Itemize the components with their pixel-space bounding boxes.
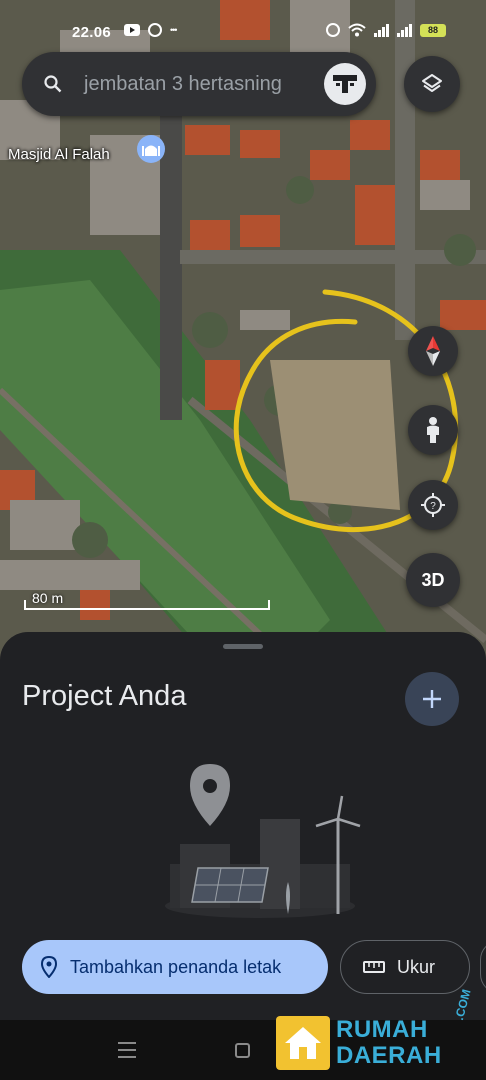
account-avatar[interactable] bbox=[324, 63, 366, 105]
satellite-map[interactable]: 22.06 ••• 88 jembatan 3 hertasning Masji… bbox=[0, 0, 486, 700]
status-time: 22.06 bbox=[72, 24, 112, 41]
more-chip[interactable] bbox=[480, 940, 486, 994]
map-pin-icon bbox=[190, 764, 230, 826]
my-location-button[interactable]: ? bbox=[408, 480, 458, 530]
add-placemark-label: Tambahkan penanda letak bbox=[70, 956, 282, 977]
app-notification-icon bbox=[148, 23, 162, 37]
search-icon[interactable] bbox=[42, 73, 64, 95]
house-logo-icon bbox=[276, 1016, 330, 1070]
svg-text:?: ? bbox=[430, 501, 436, 512]
recent-apps-button[interactable] bbox=[118, 1042, 136, 1058]
sheet-drag-handle[interactable] bbox=[223, 644, 263, 649]
ruler-icon bbox=[363, 960, 385, 974]
sheet-title: Project Anda bbox=[22, 680, 187, 712]
projects-bottom-sheet[interactable]: Project Anda Tambahkan penanda letak Uku… bbox=[0, 632, 486, 1022]
poi-label-masjid[interactable]: Masjid Al Falah bbox=[8, 146, 110, 163]
location-target-icon: ? bbox=[421, 493, 445, 517]
mosque-icon[interactable] bbox=[137, 135, 165, 163]
compass-button[interactable] bbox=[408, 326, 458, 376]
plus-icon bbox=[423, 690, 441, 708]
empty-projects-illustration bbox=[165, 764, 361, 918]
rumahdaerah-watermark: RUMAH DAERAH .COM bbox=[276, 988, 476, 1074]
pegman-icon bbox=[427, 417, 439, 443]
compass-icon bbox=[426, 336, 440, 366]
more-notifications-icon: ••• bbox=[170, 25, 178, 35]
avatar-logo-icon bbox=[333, 75, 357, 93]
youtube-icon bbox=[124, 24, 140, 36]
signal-1-icon bbox=[374, 23, 389, 37]
screen: 22.06 ••• 88 jembatan 3 hertasning Masji… bbox=[0, 0, 486, 1080]
watermark-line1: RUMAH bbox=[336, 1016, 428, 1043]
battery-icon: 88 bbox=[420, 23, 446, 37]
layers-icon bbox=[422, 74, 442, 92]
measure-button[interactable]: Ukur bbox=[340, 940, 470, 994]
search-query[interactable]: jembatan 3 hertasning bbox=[84, 73, 324, 96]
status-notification-icons: ••• bbox=[124, 23, 178, 37]
signal-2-icon bbox=[397, 23, 412, 37]
add-placemark-button[interactable]: Tambahkan penanda letak bbox=[22, 940, 328, 994]
home-button[interactable] bbox=[235, 1043, 250, 1058]
status-system-icons: 88 bbox=[326, 23, 446, 37]
location-pin-icon bbox=[40, 956, 58, 978]
layers-button[interactable] bbox=[404, 56, 460, 112]
search-bar[interactable]: jembatan 3 hertasning bbox=[22, 52, 376, 116]
add-project-button[interactable] bbox=[405, 672, 459, 726]
street-view-button[interactable] bbox=[408, 405, 458, 455]
solar-panel-icon bbox=[191, 867, 269, 903]
3d-toggle-button[interactable]: 3D bbox=[406, 553, 460, 607]
wifi-icon bbox=[348, 23, 366, 37]
alarm-icon bbox=[326, 23, 340, 37]
scale-bar bbox=[24, 600, 270, 610]
status-bar: 22.06 ••• 88 bbox=[0, 18, 486, 48]
map-scale: 80 m bbox=[24, 588, 270, 610]
measure-label: Ukur bbox=[397, 956, 436, 977]
watermark-line2: DAERAH bbox=[336, 1042, 442, 1069]
